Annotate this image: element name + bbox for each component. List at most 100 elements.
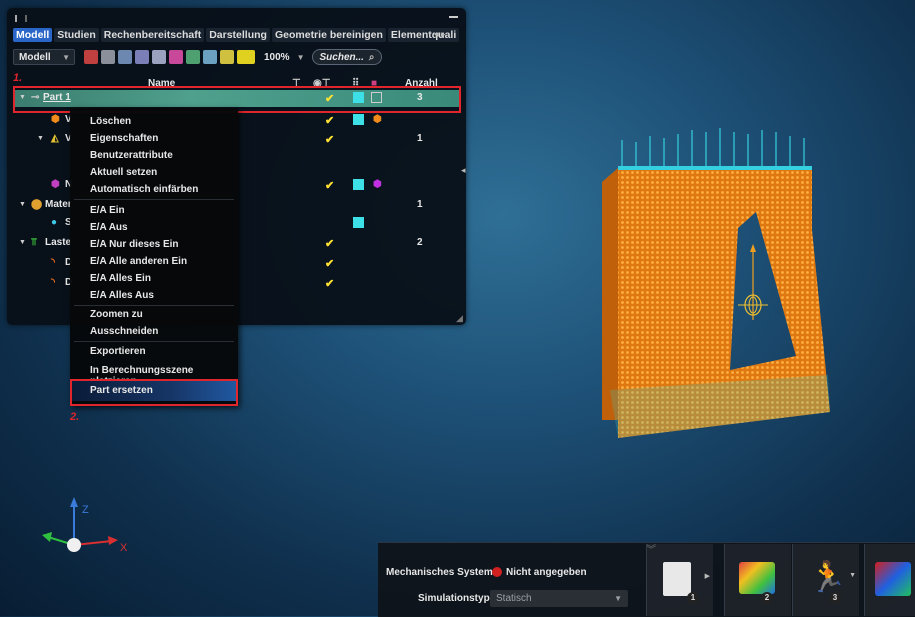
part-label-icon[interactable] — [237, 50, 255, 64]
axis-z-label: Z — [82, 504, 89, 516]
checklist-button[interactable]: 1 ▶ — [646, 544, 713, 616]
step-marker-2: 2. — [70, 411, 80, 423]
sim-type-select[interactable]: Statisch ▼ — [490, 590, 628, 607]
group-icon[interactable] — [118, 50, 132, 64]
volume-group-count: 1 — [417, 133, 423, 144]
check-icon[interactable]: ✔ — [325, 237, 334, 250]
list-icon[interactable] — [220, 50, 234, 64]
search-input[interactable]: Suchen... ⌕ — [311, 49, 382, 65]
step-number-badge: 3 — [829, 592, 841, 604]
menu-item-automatisch-einfaerben[interactable]: Automatisch einfärben — [90, 184, 198, 195]
menu-item-ea-alles-ein[interactable]: E/A Alles Ein — [90, 273, 151, 284]
materials-label: Mater — [45, 199, 72, 210]
color-swatch-icon[interactable] — [353, 179, 364, 190]
expand-icon[interactable] — [186, 50, 200, 64]
run-button[interactable]: 🏃 3 ▼ — [792, 544, 859, 616]
expand-triangle-icon[interactable]: ▼ — [37, 135, 44, 142]
chevron-down-icon: ▼ — [614, 594, 622, 603]
search-placeholder: Suchen... — [319, 52, 364, 63]
highlight-box-part-ersetzen — [70, 379, 238, 406]
tab-elementqualitaet[interactable]: Elementquali — [387, 28, 460, 42]
menu-item-aktuell-setzen[interactable]: Aktuell setzen — [90, 167, 157, 178]
simulation-bar: ︾ Mechanisches System: Nicht angegeben S… — [378, 542, 915, 617]
collapse-panel-icon[interactable]: ◂ — [461, 165, 466, 176]
add-part-icon[interactable] — [84, 50, 98, 64]
mesh-model[interactable] — [590, 120, 890, 450]
minimize-icon[interactable] — [449, 16, 458, 18]
visibility-icon[interactable] — [169, 50, 183, 64]
check-icon[interactable]: ✔ — [325, 114, 334, 127]
more-arrow-icon[interactable]: ▼ — [849, 572, 856, 579]
menu-item-exportieren[interactable]: Exportieren — [90, 346, 146, 357]
tab-studien[interactable]: Studien — [54, 28, 99, 42]
menu-item-loeschen[interactable]: Löschen — [90, 116, 131, 127]
resize-handle-icon[interactable]: ◢ — [456, 313, 463, 324]
panel-tabs: Modell Studien Rechenbereitschaft Darste… — [13, 28, 460, 42]
volume-icon: ⬢ — [51, 114, 60, 125]
materials-icon: ⬤ — [31, 199, 43, 210]
more-arrow-icon[interactable]: ▶ — [705, 572, 710, 580]
menu-item-zoomen-zu[interactable]: Zoomen zu — [90, 309, 143, 320]
step-marker-1: 1. — [13, 72, 23, 84]
menu-item-ausschneiden[interactable]: Ausschneiden — [90, 326, 158, 337]
mech-system-value[interactable]: Nicht angegeben — [506, 567, 587, 578]
add-assembly-icon[interactable] — [101, 50, 115, 64]
mesh-icon: ⬢ — [51, 179, 60, 190]
axis-x-label: X — [120, 542, 128, 554]
material-cube-icon: ⬢ — [373, 114, 382, 125]
tab-darstellung[interactable]: Darstellung — [206, 28, 270, 42]
zoom-dropdown-icon[interactable]: ▼ — [297, 53, 305, 62]
menu-item-ea-aus[interactable]: E/A Aus — [90, 222, 128, 233]
menu-separator — [74, 341, 234, 342]
loads-icon: ⫪ — [31, 237, 37, 248]
menu-item-eigenschaften[interactable]: Eigenschaften — [90, 133, 158, 144]
checklist-icon — [663, 562, 691, 596]
menu-item-ea-nur-dieses-ein[interactable]: E/A Nur dieses Ein — [90, 239, 179, 250]
pressure-icon: ◝ — [51, 277, 55, 288]
menu-separator — [74, 199, 234, 200]
results-button[interactable]: 2 — [724, 544, 791, 616]
color-swatch-icon[interactable] — [353, 114, 364, 125]
loads-label: Laste — [45, 237, 72, 248]
sim-type-label: Simulationstyp: — [418, 593, 494, 604]
materials-count: 1 — [417, 199, 423, 210]
view-dropdown[interactable]: Modell ▼ — [13, 49, 75, 65]
zoom-level: 100% — [264, 51, 290, 63]
view-dropdown-value: Modell — [19, 52, 51, 63]
material-cube-icon: ⬢ — [373, 179, 382, 190]
menu-item-ea-ein[interactable]: E/A Ein — [90, 205, 125, 216]
chevron-down-icon: ▼ — [62, 53, 70, 62]
menu-item-benutzerattribute[interactable]: Benutzerattribute — [90, 150, 173, 161]
tab-geometrie-bereinigen[interactable]: Geometrie bereinigen — [271, 28, 386, 42]
expand-triangle-icon[interactable]: ▼ — [19, 239, 26, 246]
running-figure-icon: 🏃 — [809, 561, 847, 594]
check-icon[interactable]: ✔ — [325, 257, 334, 270]
menu-item-ea-alle-anderen-ein[interactable]: E/A Alle anderen Ein — [90, 256, 187, 267]
step-number-badge: 2 — [761, 592, 773, 604]
check-icon[interactable]: ✔ — [325, 277, 334, 290]
color-swatch-icon[interactable] — [353, 217, 364, 228]
menu-item-ea-alles-aus[interactable]: E/A Alles Aus — [90, 290, 154, 301]
panel-grip-icon[interactable] — [15, 15, 27, 22]
volume-group-icon: ◭ — [51, 133, 59, 144]
context-menu: Löschen Eigenschaften Benutzerattribute … — [70, 108, 238, 406]
tab-modell[interactable]: Modell — [13, 28, 53, 42]
view-cube-button[interactable] — [864, 544, 915, 616]
loads-count: 2 — [417, 237, 423, 248]
collapse-icon[interactable] — [203, 50, 217, 64]
check-icon[interactable]: ✔ — [325, 179, 334, 192]
tab-rechenbereitschaft[interactable]: Rechenbereitschaft — [100, 28, 205, 42]
mesh-side-face — [602, 168, 618, 420]
moment-icon — [738, 244, 768, 320]
pressure-icon: ◝ — [51, 257, 55, 268]
results-icon — [739, 562, 775, 594]
check-icon[interactable]: ✔ — [325, 133, 334, 146]
material-sphere-icon: ● — [51, 217, 58, 228]
menu-separator — [74, 305, 234, 306]
expand-triangle-icon[interactable]: ▼ — [19, 201, 26, 208]
axis-triad: Z X — [42, 497, 128, 554]
tab-scroll-icon[interactable]: ◂ ▸ — [434, 29, 446, 40]
load-surface — [618, 166, 812, 170]
ungroup-icon[interactable] — [135, 50, 149, 64]
filter-icon[interactable] — [152, 50, 166, 64]
